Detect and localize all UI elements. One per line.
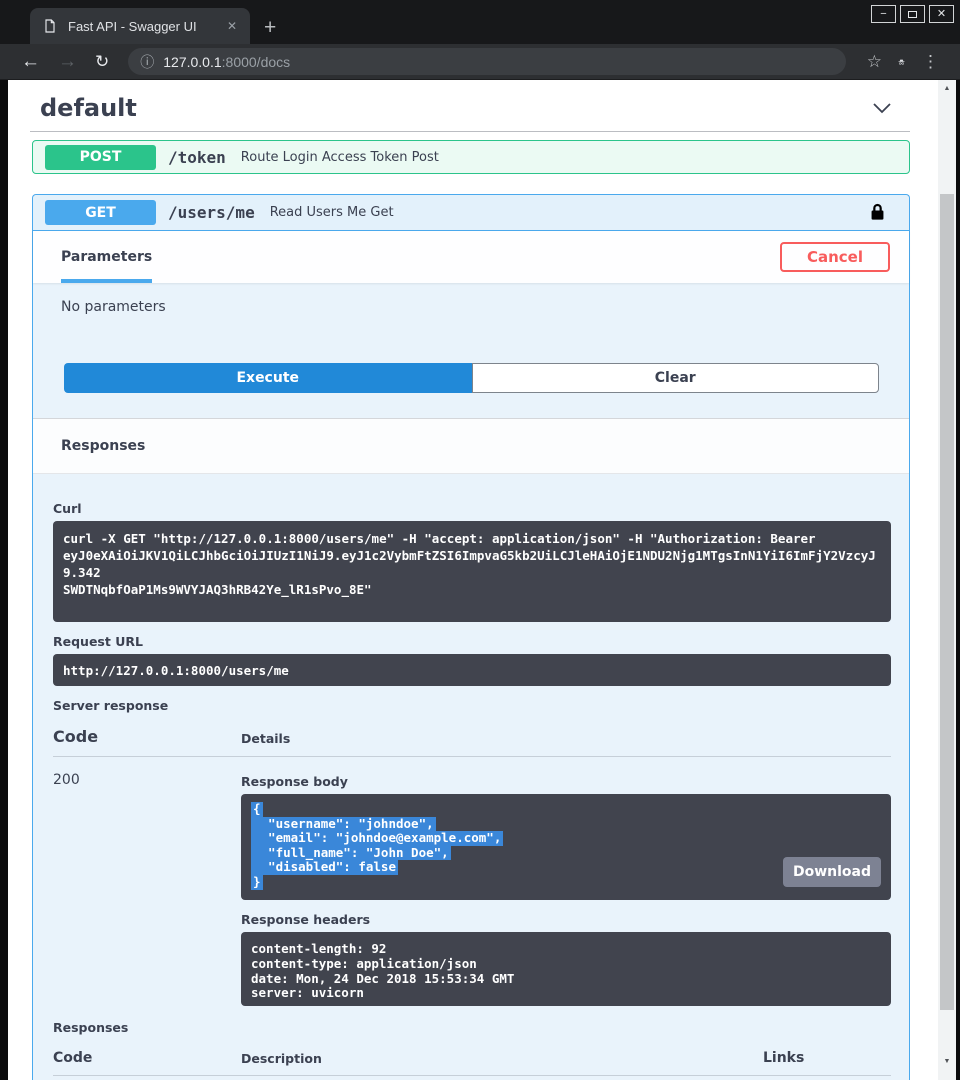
response-headers-block: content-length: 92content-type: applicat… [241,932,891,1006]
no-parameters-text: No parameters [61,299,909,315]
window-frame-left [0,80,8,1080]
parameters-section-header: Parameters Cancel [33,231,909,283]
execute-button[interactable]: Execute [64,363,472,393]
endpoint-summary: Read Users Me Get [270,205,394,220]
post-method-badge: POST [45,145,156,170]
url-path: :8000/docs [222,54,291,70]
tag-section-header[interactable]: default [40,94,894,122]
server-response-row: 200 Response body { "username": "johndoe… [53,769,891,1006]
window-controls: − ✕ [871,5,954,23]
browser-tab[interactable]: Fast API - Swagger UI ✕ [30,8,250,44]
section-divider [30,131,910,132]
clear-button[interactable]: Clear [472,363,880,393]
curl-line: eyJ0eXAiOiJKV1QiLCJhbGciOiJIUzI1NiJ9.eyJ… [63,548,876,580]
response-body-block[interactable]: { "username": "johndoe", "email": "johnd… [241,794,891,900]
get-method-badge: GET [45,200,156,225]
window-frame-right [956,80,960,1080]
header-line: content-length: 92 [251,941,386,956]
json-line: } [251,875,263,890]
maximize-icon [908,11,917,18]
details-column-header: Details [241,731,290,746]
site-info-icon[interactable]: ⓘ [140,52,154,72]
bookmark-star-icon[interactable]: ☆ [858,53,891,70]
json-line: "disabled": false [251,860,398,875]
new-tab-button[interactable]: + [264,17,276,38]
chevron-down-icon[interactable] [870,96,894,120]
tab-bar: Fast API - Swagger UI ✕ + − ✕ [0,0,960,44]
page-title: default [40,94,137,122]
code-column-header: Code [53,1050,241,1066]
links-column-header: Links [763,1050,891,1066]
json-line: "username": "johndoe", [251,817,436,832]
reload-icon[interactable]: ↻ [86,53,118,70]
close-button[interactable]: ✕ [929,5,954,23]
responses-table-header: Code Description Links [53,1050,891,1076]
swagger-page: default POST /token Route Login Access T… [8,80,938,1080]
header-line: date: Mon, 24 Dec 2018 15:53:34 GMT [251,971,514,986]
back-icon[interactable]: ← [12,52,49,71]
browser-window: Fast API - Swagger UI ✕ + − ✕ ← → ↻ ⓘ 12… [0,0,960,1080]
scroll-down-icon[interactable]: ▼ [938,1058,956,1065]
curl-line: curl -X GET "http://127.0.0.1:8000/users… [63,531,816,546]
server-response-label: Server response [53,698,891,713]
incognito-icon [891,51,913,73]
responses-title: Responses [61,438,145,454]
endpoint-header[interactable]: GET /users/me Read Users Me Get [33,195,909,231]
json-line: "email": "johndoe@example.com", [251,831,503,846]
json-line: { [251,802,263,817]
endpoint-path: /users/me [168,203,255,222]
responses-body: Curl curl -X GET "http://127.0.0.1:8000/… [33,474,909,1080]
download-button[interactable]: Download [783,857,881,887]
endpoint-path: /token [168,148,226,167]
response-body-label: Response body [241,774,891,789]
response-headers-label: Response headers [241,912,891,927]
url-host: 127.0.0.1 [163,54,221,70]
tab-parameters[interactable]: Parameters [61,231,152,283]
parameters-body: No parameters Execute Clear [33,283,909,418]
tab-title: Fast API - Swagger UI [68,19,222,34]
scroll-up-icon[interactable]: ▲ [938,85,956,92]
scrollbar-thumb[interactable] [940,194,954,1010]
header-line: server: uvicorn [251,985,364,1000]
endpoint-summary: Route Login Access Token Post [241,150,439,165]
request-url-block: http://127.0.0.1:8000/users/me [53,654,891,686]
minimize-button[interactable]: − [871,5,896,23]
responses-table-label: Responses [53,1020,891,1035]
vertical-scrollbar[interactable]: ▲ ▼ [938,80,956,1080]
address-bar[interactable]: ⓘ 127.0.0.1 :8000/docs [128,48,846,75]
curl-label: Curl [53,501,891,516]
execute-row: Execute Clear [64,363,879,393]
request-url-label: Request URL [53,634,891,649]
code-column-header: Code [53,727,241,746]
server-response-table-header: Code Details [53,727,891,757]
document-favicon-icon [42,18,58,34]
curl-command-block[interactable]: curl -X GET "http://127.0.0.1:8000/users… [53,521,891,622]
curl-line: SWDTNqbfOaP1Ms9WVYJAQ3hRB42Ye_lR1sPvo_8E… [63,582,372,597]
responses-section-header: Responses [33,418,909,474]
endpoint-get-users-me: GET /users/me Read Users Me Get Paramete… [32,194,910,1080]
status-code: 200 [53,769,241,1006]
forward-icon[interactable]: → [49,52,86,71]
tab-close-icon[interactable]: ✕ [222,17,242,35]
lock-icon[interactable] [868,202,887,223]
browser-menu-icon[interactable]: ⋮ [913,53,948,70]
browser-viewport: default POST /token Route Login Access T… [0,80,960,1080]
cancel-button[interactable]: Cancel [780,242,890,272]
browser-toolbar: ← → ↻ ⓘ 127.0.0.1 :8000/docs ☆ ⋮ [0,44,960,80]
endpoint-post-token[interactable]: POST /token Route Login Access Token Pos… [32,140,910,174]
json-line: "full_name": "John Doe", [251,846,451,861]
maximize-button[interactable] [900,5,925,23]
header-line: content-type: application/json [251,956,477,971]
description-column-header: Description [241,1051,763,1066]
